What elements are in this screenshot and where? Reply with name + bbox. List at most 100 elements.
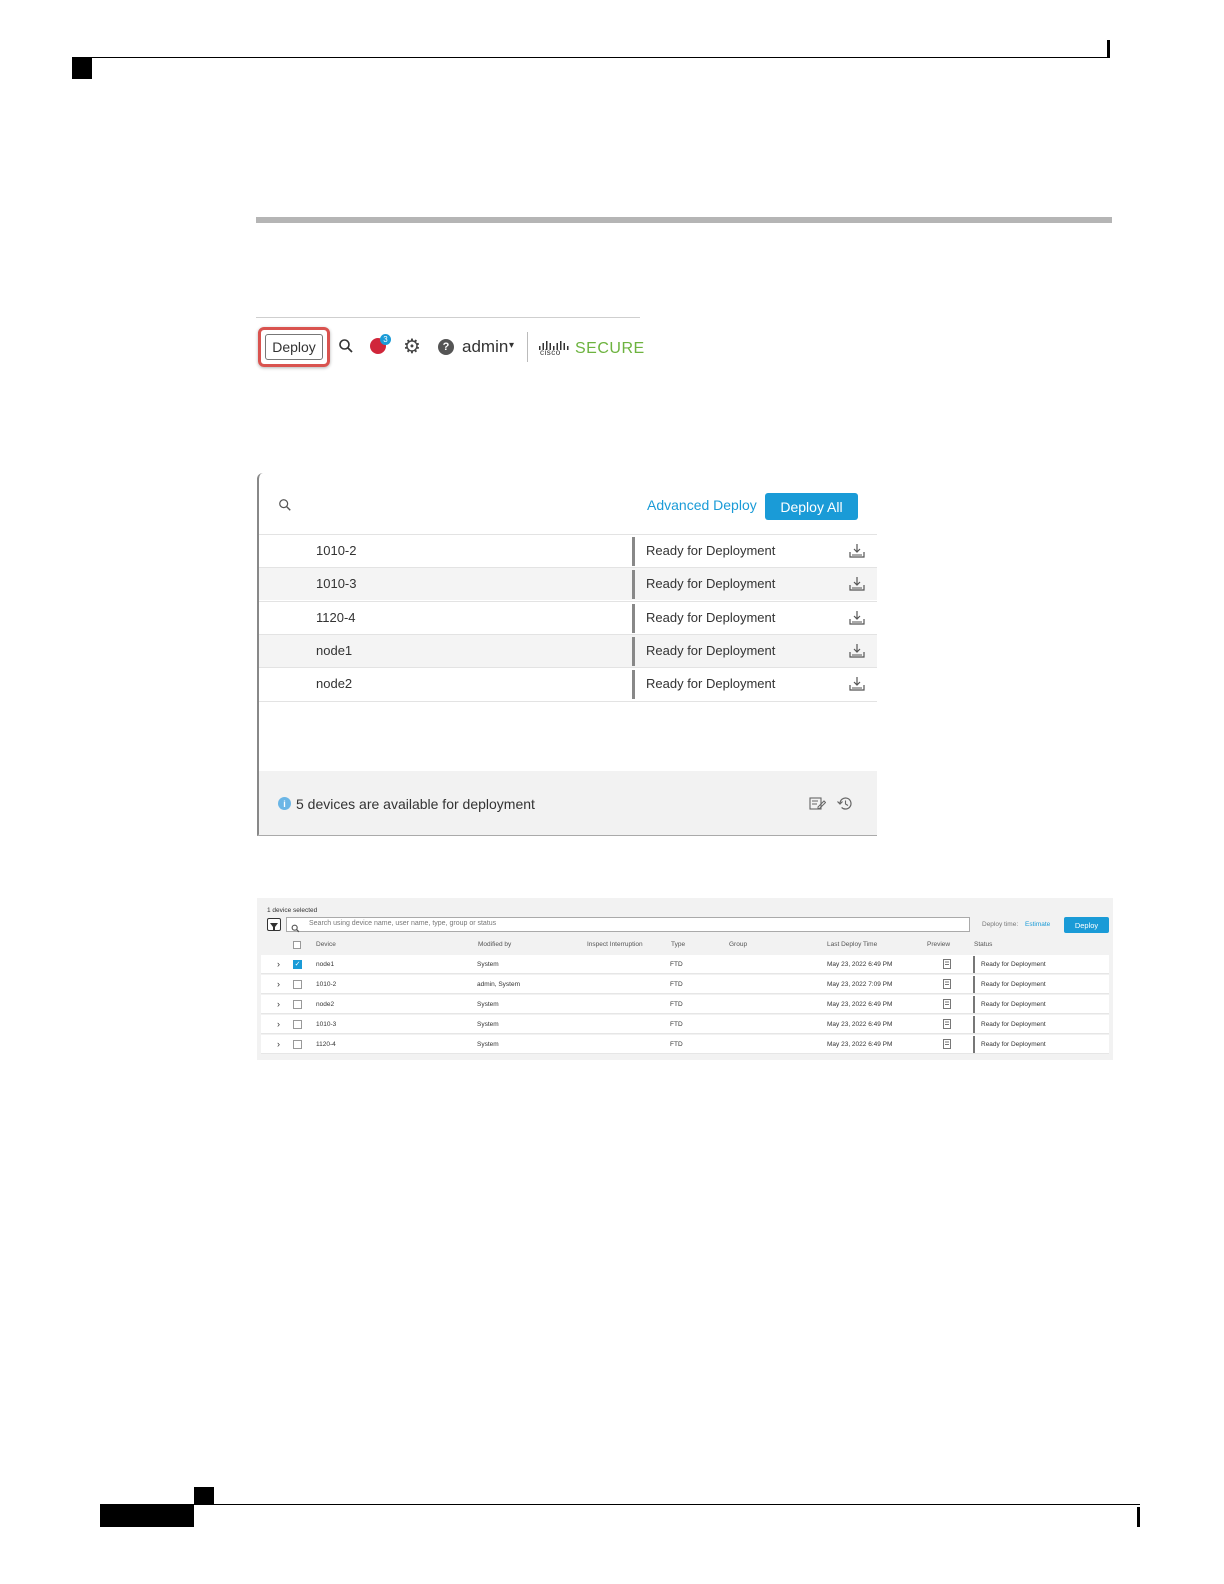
search-icon[interactable] — [338, 338, 354, 359]
footer-rule — [100, 1504, 1140, 1505]
deploy-time-label: Deploy time: — [982, 921, 1019, 928]
list-item[interactable]: 1010-2 Ready for Deployment — [259, 534, 877, 567]
status-divider — [973, 996, 975, 1013]
advanced-deploy-link[interactable]: Advanced Deploy — [647, 497, 757, 513]
column-header-group[interactable]: Group — [729, 941, 747, 948]
cell-modified-by: System — [477, 1021, 499, 1028]
status-divider — [973, 956, 975, 973]
deploy-all-button[interactable]: Deploy All — [765, 493, 858, 520]
cell-type: FTD — [670, 981, 683, 988]
cell-device: 1010-3 — [316, 1021, 337, 1028]
cell-type: FTD — [670, 1001, 683, 1008]
device-status: Ready for Deployment — [646, 643, 776, 658]
cell-status: Ready for Deployment — [981, 1021, 1046, 1028]
search-placeholder: Search using device name, user name, typ… — [309, 920, 497, 927]
cell-last-deploy: May 23, 2022 6:49 PM — [827, 1041, 893, 1048]
row-checkbox[interactable] — [293, 1040, 302, 1049]
edit-notes-icon[interactable] — [809, 796, 827, 816]
cell-type: FTD — [670, 961, 683, 968]
download-icon[interactable] — [849, 643, 865, 663]
cell-last-deploy: May 23, 2022 6:49 PM — [827, 1021, 893, 1028]
row-checkbox[interactable] — [293, 980, 302, 989]
list-item[interactable]: 1010-3 Ready for Deployment — [259, 567, 877, 600]
table-row[interactable]: › ✓ node1 System FTD May 23, 2022 6:49 P… — [261, 955, 1109, 974]
cell-status: Ready for Deployment — [981, 981, 1046, 988]
list-item[interactable]: node1 Ready for Deployment — [259, 634, 877, 667]
brand-label: SECURE — [575, 340, 645, 357]
chevron-right-icon[interactable]: › — [277, 999, 280, 1009]
list-item[interactable]: 1120-4 Ready for Deployment — [259, 601, 877, 634]
table-row[interactable]: › node2 System FTD May 23, 2022 6:49 PM … — [261, 995, 1109, 1014]
row-checkbox[interactable]: ✓ — [293, 960, 302, 969]
table-row[interactable]: › 1010-2 admin, System FTD May 23, 2022 … — [261, 975, 1109, 994]
cell-modified-by: System — [477, 1001, 499, 1008]
status-divider — [973, 1036, 975, 1053]
status-divider — [632, 670, 635, 699]
column-header-inspect[interactable]: Inspect Interruption — [587, 941, 643, 948]
search-icon[interactable] — [278, 498, 292, 517]
device-status: Ready for Deployment — [646, 676, 776, 691]
device-name: 1120-4 — [316, 610, 356, 625]
history-icon[interactable] — [836, 796, 853, 816]
column-header-last-deploy[interactable]: Last Deploy Time — [827, 941, 877, 948]
status-divider — [973, 1016, 975, 1033]
chevron-right-icon[interactable]: › — [277, 1019, 280, 1029]
device-status: Ready for Deployment — [646, 610, 776, 625]
deploy-button[interactable]: Deploy — [1064, 917, 1109, 933]
preview-icon[interactable] — [943, 1019, 951, 1031]
preview-icon[interactable] — [943, 1039, 951, 1051]
device-name: 1010-3 — [316, 576, 357, 591]
user-menu[interactable]: admin — [462, 337, 508, 357]
row-checkbox[interactable] — [293, 1020, 302, 1029]
select-all-checkbox[interactable] — [293, 941, 301, 949]
gear-icon[interactable]: ⚙ — [403, 337, 421, 357]
chevron-right-icon[interactable]: › — [277, 959, 280, 969]
cell-status: Ready for Deployment — [981, 1001, 1046, 1008]
cell-device: node2 — [316, 1001, 335, 1008]
filter-icon[interactable] — [267, 918, 281, 931]
download-icon[interactable] — [849, 576, 865, 596]
cell-last-deploy: May 23, 2022 6:49 PM — [827, 1001, 893, 1008]
table-row[interactable]: › 1120-4 System FTD May 23, 2022 6:49 PM… — [261, 1035, 1109, 1054]
cell-type: FTD — [670, 1041, 683, 1048]
column-header-preview[interactable]: Preview — [927, 941, 950, 948]
list-item[interactable]: node2 Ready for Deployment — [259, 667, 877, 700]
footer-tick — [1137, 1507, 1140, 1527]
status-divider — [973, 976, 975, 993]
cell-last-deploy: May 23, 2022 6:49 PM — [827, 961, 893, 968]
download-icon[interactable] — [849, 676, 865, 696]
availability-message: 5 devices are available for deployment — [296, 796, 535, 812]
cell-status: Ready for Deployment — [981, 961, 1046, 968]
chevron-right-icon[interactable]: › — [277, 1039, 280, 1049]
cell-last-deploy: May 23, 2022 7:09 PM — [827, 981, 893, 988]
chevron-down-icon[interactable]: ▾ — [509, 340, 514, 351]
cell-device: 1120-4 — [316, 1041, 336, 1048]
chevron-right-icon[interactable]: › — [277, 979, 280, 989]
preview-icon[interactable] — [943, 999, 951, 1011]
cell-device: 1010-2 — [316, 981, 337, 988]
cell-status: Ready for Deployment — [981, 1041, 1046, 1048]
header-corner-mark — [72, 58, 92, 79]
preview-icon[interactable] — [943, 959, 951, 971]
search-icon — [291, 920, 300, 938]
estimate-link[interactable]: Estimate — [1025, 921, 1050, 928]
footer-corner-mark — [194, 1487, 214, 1505]
column-header-modified-by[interactable]: Modified by — [478, 941, 511, 948]
column-header-type[interactable]: Type — [671, 941, 685, 948]
table-row[interactable]: › 1010-3 System FTD May 23, 2022 6:49 PM… — [261, 1015, 1109, 1034]
toolbar-top-line — [256, 317, 640, 318]
help-icon[interactable]: ? — [438, 339, 454, 355]
cell-modified-by: System — [477, 1041, 499, 1048]
column-header-status[interactable]: Status — [974, 941, 992, 948]
cell-modified-by: System — [477, 961, 499, 968]
download-icon[interactable] — [849, 610, 865, 630]
deploy-button[interactable]: Deploy — [265, 334, 323, 360]
row-checkbox[interactable] — [293, 1000, 302, 1009]
column-header-device[interactable]: Device — [316, 941, 336, 948]
list-end-divider — [259, 701, 877, 702]
alert-count-badge: 3 — [380, 334, 391, 345]
device-status: Ready for Deployment — [646, 543, 776, 558]
info-icon: i — [278, 797, 291, 810]
preview-icon[interactable] — [943, 979, 951, 991]
download-icon[interactable] — [849, 543, 865, 563]
